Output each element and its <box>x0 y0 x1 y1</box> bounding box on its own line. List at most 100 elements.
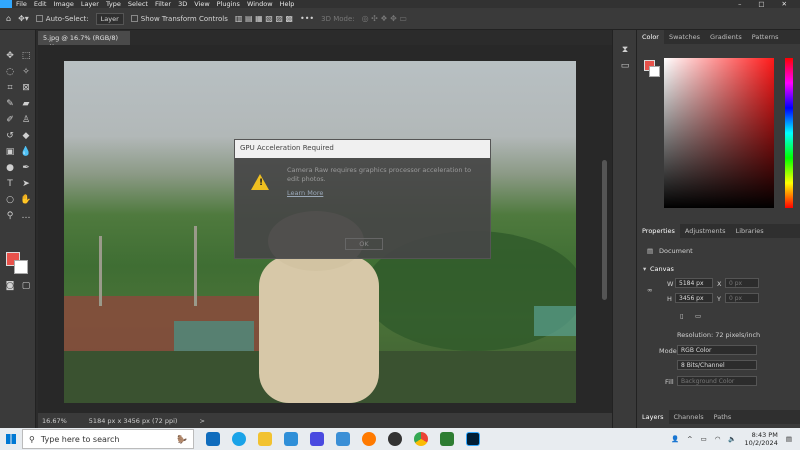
battery-icon[interactable]: ▭ <box>701 435 707 443</box>
vertical-scrollbar[interactable] <box>602 160 607 300</box>
ok-button[interactable]: OK <box>345 238 383 250</box>
y-field[interactable]: 0 px <box>725 293 759 303</box>
firefox-icon[interactable] <box>362 432 376 446</box>
start-button[interactable] <box>0 428 22 450</box>
obs-icon[interactable] <box>388 432 402 446</box>
tray-chevron-icon[interactable]: ^ <box>687 435 692 443</box>
maximize-button[interactable]: □ <box>758 0 764 8</box>
network-icon[interactable]: ◠ <box>715 435 721 443</box>
hue-slider[interactable] <box>785 58 793 208</box>
gradient-tool-icon[interactable]: ▣ <box>4 146 16 158</box>
tab-channels[interactable]: Channels <box>669 410 709 424</box>
clock[interactable]: 8:43 PM 10/2/2024 <box>745 431 778 447</box>
zoom-tool-icon[interactable]: ⚲ <box>4 210 16 222</box>
tab-properties[interactable]: Properties <box>637 224 680 238</box>
orientation-landscape-icon[interactable]: ▭ <box>695 312 701 320</box>
fill-select[interactable]: Background Color <box>677 376 757 386</box>
screen-mode-icon[interactable]: ▢ <box>20 280 32 292</box>
height-field[interactable]: 3456 px <box>675 293 713 303</box>
auto-select-checkbox[interactable]: Auto-Select: <box>35 15 89 23</box>
layer-select[interactable]: Layer <box>95 12 124 25</box>
mail-icon[interactable] <box>284 432 298 446</box>
task-view-icon[interactable] <box>206 432 220 446</box>
tab-gradients[interactable]: Gradients <box>705 30 747 44</box>
orientation-portrait-icon[interactable]: ▯ <box>680 312 684 320</box>
learn-more-link[interactable]: Learn More <box>287 189 323 197</box>
menu-plugins[interactable]: Plugins <box>217 0 240 8</box>
menu-help[interactable]: Help <box>280 0 295 8</box>
lasso-tool-icon[interactable]: ◌ <box>4 66 16 78</box>
app-icon[interactable] <box>440 432 454 446</box>
3d-tools-icon[interactable]: ◎ ✣ ❖ ✥ ▭ <box>362 14 407 23</box>
people-icon[interactable]: 👤 <box>671 435 679 443</box>
frame-tool-icon[interactable]: ⊠ <box>20 82 32 94</box>
tab-swatches[interactable]: Swatches <box>664 30 705 44</box>
home-icon[interactable]: ⌂ <box>6 14 11 23</box>
more-options-icon[interactable]: ••• <box>300 14 314 23</box>
stamp-tool-icon[interactable]: ♙ <box>20 114 32 126</box>
panel-background-swatch[interactable] <box>649 66 660 77</box>
background-color-swatch[interactable] <box>14 260 28 274</box>
align-icon[interactable]: ▥ ▤ ▦ ▧ ▨ ▩ <box>235 14 293 23</box>
link-dimensions-icon[interactable]: ∞ <box>647 286 652 294</box>
menu-edit[interactable]: Edit <box>34 0 47 8</box>
move-tool-icon[interactable]: ✥▾ <box>18 14 29 23</box>
document-tab[interactable]: 5.jpg @ 16.7% (RGB/8) × <box>38 31 130 50</box>
menu-layer[interactable]: Layer <box>81 0 99 8</box>
healing-brush-icon[interactable]: ▰ <box>20 98 32 110</box>
bits-select[interactable]: 8 Bits/Channel <box>677 360 757 370</box>
eraser-tool-icon[interactable]: ◆ <box>20 130 32 142</box>
transform-controls-checkbox[interactable]: Show Transform Controls <box>130 15 228 23</box>
taskbar-search[interactable]: ⚲ Type here to search 🦫 <box>22 429 194 449</box>
tab-libraries[interactable]: Libraries <box>731 224 769 238</box>
close-window-button[interactable]: ✕ <box>782 0 787 8</box>
history-icon[interactable]: ⧗ <box>619 44 631 56</box>
width-field[interactable]: 5184 px <box>675 278 713 288</box>
status-arrow[interactable]: > <box>199 417 204 425</box>
comments-icon[interactable]: ▭ <box>619 60 631 72</box>
quick-mask-icon[interactable]: ◙ <box>4 280 16 292</box>
volume-icon[interactable]: 🔈 <box>728 435 736 443</box>
shape-tool-icon[interactable]: ○ <box>4 194 16 206</box>
menu-view[interactable]: View <box>194 0 209 8</box>
menu-window[interactable]: Window <box>247 0 273 8</box>
menu-filter[interactable]: Filter <box>155 0 171 8</box>
chrome-icon[interactable] <box>414 432 428 446</box>
zoom-level[interactable]: 16.67% <box>42 417 67 425</box>
file-explorer-icon[interactable] <box>258 432 272 446</box>
tab-paths[interactable]: Paths <box>709 410 737 424</box>
magic-wand-icon[interactable]: ✧ <box>20 66 32 78</box>
crop-tool-icon[interactable]: ⌗ <box>4 82 16 94</box>
menu-file[interactable]: File <box>16 0 27 8</box>
hand-tool-icon[interactable]: ✋ <box>20 194 32 206</box>
pen-tool-icon[interactable]: ✒ <box>20 162 32 174</box>
dodge-tool-icon[interactable]: ● <box>4 162 16 174</box>
edge-browser-icon[interactable] <box>232 432 246 446</box>
color-picker-field[interactable] <box>664 58 774 208</box>
mode-select[interactable]: RGB Color <box>677 345 757 355</box>
move-tool-icon[interactable]: ✥ <box>4 50 16 62</box>
x-field[interactable]: 0 px <box>725 278 759 288</box>
menu-type[interactable]: Type <box>106 0 121 8</box>
photoshop-taskbar-icon[interactable] <box>466 432 480 446</box>
history-brush-icon[interactable]: ↺ <box>4 130 16 142</box>
blur-tool-icon[interactable]: 💧 <box>20 146 32 158</box>
minimize-button[interactable]: – <box>738 0 741 8</box>
artboard-tool-icon[interactable]: ⬚ <box>20 50 32 62</box>
tab-patterns[interactable]: Patterns <box>747 30 784 44</box>
brush-tool-icon[interactable]: ✐ <box>4 114 16 126</box>
notifications-icon[interactable]: ▤ <box>786 435 792 443</box>
type-tool-icon[interactable]: T <box>4 178 16 190</box>
tab-color[interactable]: Color <box>637 30 664 44</box>
more-tools-icon[interactable]: … <box>20 210 32 222</box>
eyedropper-icon[interactable]: ✎ <box>4 98 16 110</box>
store-icon[interactable] <box>310 432 324 446</box>
menu-select[interactable]: Select <box>128 0 148 8</box>
canvas-expand-icon[interactable]: ▾ <box>643 265 646 273</box>
menu-3d[interactable]: 3D <box>178 0 187 8</box>
tab-adjustments[interactable]: Adjustments <box>680 224 731 238</box>
tab-layers[interactable]: Layers <box>637 410 669 424</box>
path-selection-icon[interactable]: ➤ <box>20 178 32 190</box>
menu-image[interactable]: Image <box>53 0 73 8</box>
desktop-app-icon[interactable] <box>336 432 350 446</box>
